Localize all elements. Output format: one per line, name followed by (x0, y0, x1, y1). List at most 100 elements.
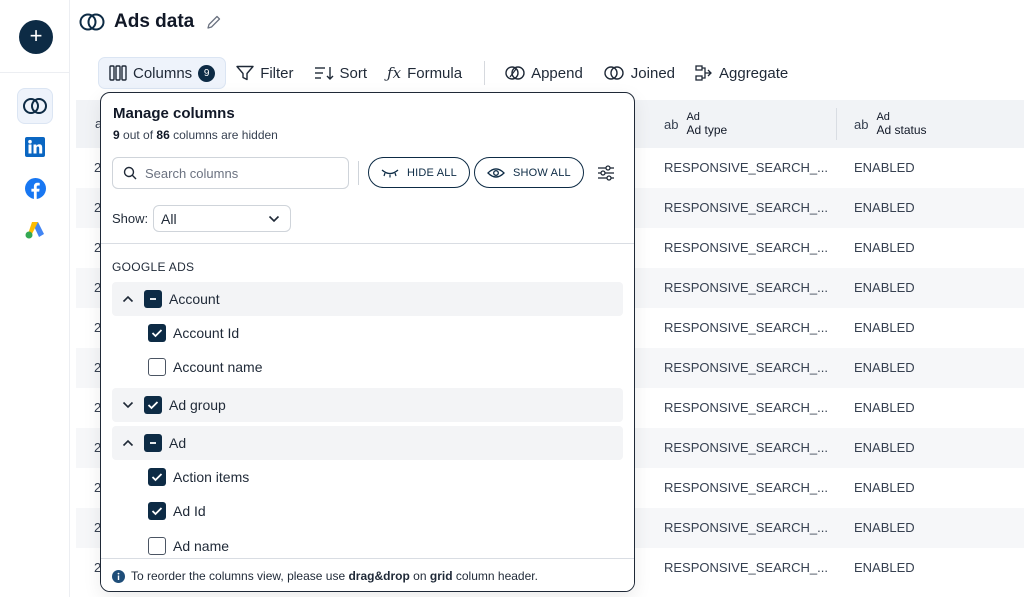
column-header-ad-type[interactable]: ab Ad Ad type (664, 100, 727, 148)
section-header-google-ads: GOOGLE ADS (112, 260, 195, 274)
cell-ad-type[interactable]: RESPONSIVE_SEARCH_... (664, 268, 828, 308)
group-row-account[interactable]: Account (112, 282, 623, 316)
checkbox-checked[interactable] (148, 502, 166, 520)
hidden-tail: columns are hidden (173, 128, 278, 142)
filter-button[interactable]: Filter (226, 57, 303, 89)
filter-icon (236, 65, 254, 81)
formula-label: Formula (407, 64, 463, 82)
show-all-label: SHOW ALL (513, 166, 571, 179)
column-header-ad-status[interactable]: ab Ad Ad status (854, 100, 927, 148)
show-filter-select[interactable]: All (153, 205, 291, 232)
show-all-button[interactable]: SHOW ALL (474, 157, 584, 188)
pencil-icon[interactable] (206, 14, 222, 30)
chevron-down-icon (268, 215, 280, 222)
cell-ad-type[interactable]: RESPONSIVE_SEARCH_... (664, 468, 828, 508)
check-icon (151, 473, 163, 482)
linkedin-source-button[interactable] (17, 129, 53, 165)
datasets-nav-button[interactable] (17, 88, 53, 124)
total-count: 86 (156, 128, 170, 142)
facebook-icon (24, 177, 46, 199)
checkbox-checked[interactable] (144, 396, 162, 414)
checkbox-checked[interactable] (148, 468, 166, 486)
cell-ad-status[interactable]: ENABLED (854, 468, 915, 508)
panel-divider (101, 243, 634, 244)
cell-ad-status[interactable]: ENABLED (854, 508, 915, 548)
column-row-account-id[interactable]: Account Id (148, 318, 239, 348)
column-label: Action items (173, 469, 250, 485)
cell-ad-type[interactable]: RESPONSIVE_SEARCH_... (664, 548, 828, 588)
settings-sliders-icon[interactable] (596, 163, 616, 183)
group-row-ad-group[interactable]: Ad group (112, 388, 623, 422)
cell-ad-status[interactable]: ENABLED (854, 548, 915, 588)
cell-ad-type[interactable]: RESPONSIVE_SEARCH_... (664, 348, 828, 388)
joined-label: Joined (630, 64, 675, 82)
cell-ad-status[interactable]: ENABLED (854, 348, 915, 388)
search-icon (123, 166, 137, 180)
group-label: Ad (169, 435, 187, 451)
columns-button[interactable]: Columns 9 (98, 57, 227, 89)
cell-ad-status[interactable]: ENABLED (854, 228, 915, 268)
info-icon (112, 569, 125, 583)
sort-button[interactable]: Sort (304, 57, 378, 89)
column-row-account-name[interactable]: Account name (148, 352, 263, 382)
cell-ad-type[interactable]: RESPONSIVE_SEARCH_... (664, 508, 828, 548)
checkbox-partial[interactable] (144, 290, 162, 308)
cell-ad-status[interactable]: ENABLED (854, 428, 915, 468)
search-input[interactable] (145, 165, 335, 181)
chevron-down-icon[interactable] (120, 397, 136, 413)
chevron-up-icon[interactable] (120, 435, 136, 451)
page-header: Ads data (78, 8, 222, 36)
checkbox-unchecked[interactable] (148, 358, 166, 376)
aggregate-icon (695, 65, 712, 81)
append-button[interactable]: Append (495, 57, 593, 89)
show-filter-label: Show: (112, 211, 149, 226)
minus-icon (150, 298, 156, 300)
panel-footer-hint: To reorder the columns view, please use … (101, 558, 634, 591)
column-row-action-items[interactable]: Action items (148, 462, 249, 492)
hidden-count: 9 (113, 128, 120, 142)
cell-ad-status[interactable]: ENABLED (854, 388, 915, 428)
column-row-ad-name[interactable]: Ad name (148, 531, 229, 561)
left-rail: + (0, 0, 70, 597)
cell-ad-status[interactable]: ENABLED (854, 188, 915, 228)
hint-text: To reorder the columns view, please use … (131, 569, 538, 583)
hide-all-label: HIDE ALL (407, 166, 457, 179)
checkbox-unchecked[interactable] (148, 537, 166, 555)
facebook-source-button[interactable] (17, 170, 53, 206)
eye-icon (487, 167, 505, 178)
cell-ad-status[interactable]: ENABLED (854, 148, 915, 188)
linkedin-icon (25, 137, 45, 157)
column-type-badge: ab (854, 116, 869, 132)
group-row-ad[interactable]: Ad (112, 426, 623, 460)
append-label: Append (531, 64, 583, 82)
append-icon (505, 66, 525, 80)
cell-ad-type[interactable]: RESPONSIVE_SEARCH_... (664, 308, 828, 348)
add-button[interactable]: + (19, 20, 53, 54)
cell-ad-type[interactable]: RESPONSIVE_SEARCH_... (664, 388, 828, 428)
google-ads-source-button[interactable] (17, 212, 53, 248)
chevron-up-icon[interactable] (120, 291, 136, 307)
cell-ad-type[interactable]: RESPONSIVE_SEARCH_... (664, 428, 828, 468)
hint-post: column header. (455, 569, 538, 583)
cell-ad-type[interactable]: RESPONSIVE_SEARCH_... (664, 188, 828, 228)
hint-mid: on (413, 569, 427, 583)
cell-ad-status[interactable]: ENABLED (854, 308, 915, 348)
checkbox-partial[interactable] (144, 434, 162, 452)
aggregate-button[interactable]: Aggregate (685, 57, 798, 89)
formula-button[interactable]: ƒx Formula (377, 57, 472, 89)
column-label: Ad name (173, 538, 230, 554)
toolbar-divider (484, 61, 486, 85)
joined-button[interactable]: Joined (593, 57, 685, 89)
cell-ad-status[interactable]: ENABLED (854, 268, 915, 308)
column-name-label: Ad type (686, 123, 728, 137)
checkbox-checked[interactable] (148, 324, 166, 342)
column-row-ad-id[interactable]: Ad Id (148, 496, 206, 526)
hide-all-button[interactable]: HIDE ALL (368, 157, 470, 188)
group-label: Account (169, 291, 220, 307)
cell-ad-type[interactable]: RESPONSIVE_SEARCH_... (664, 228, 828, 268)
merge-circles-icon (23, 98, 47, 114)
hint-pre: To reorder the columns view, please use (131, 569, 346, 583)
cell-ad-type[interactable]: RESPONSIVE_SEARCH_... (664, 148, 828, 188)
rail-divider (0, 72, 69, 73)
google-ads-icon (25, 222, 44, 239)
